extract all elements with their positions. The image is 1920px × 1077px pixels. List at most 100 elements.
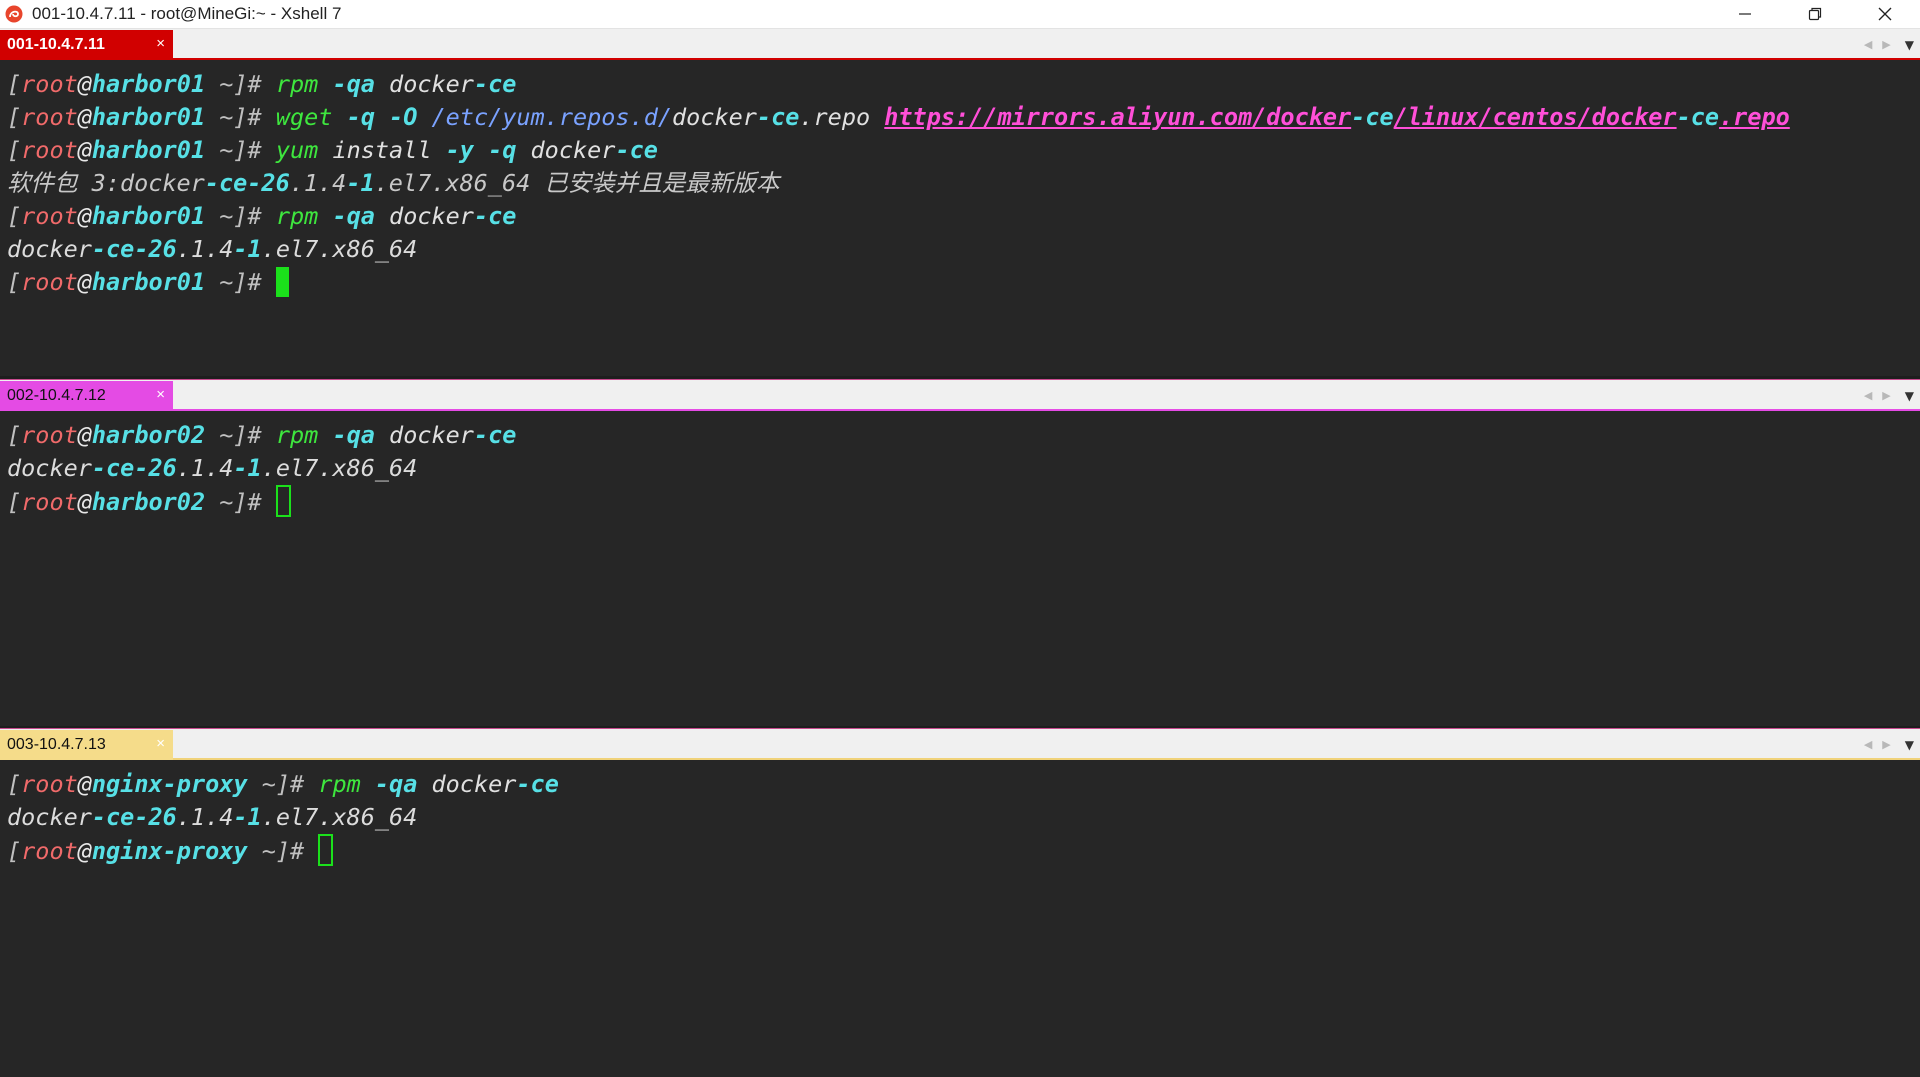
tab-label: 002-10.4.7.12	[7, 387, 106, 404]
terminal-text-segment: docker	[374, 421, 474, 449]
close-icon	[1878, 7, 1892, 21]
terminal-text-segment: .el7.x86_64	[261, 454, 418, 482]
tab-list-dropdown-icon[interactable]: ▼	[1905, 738, 1914, 752]
scroll-right-icon[interactable]: ▶	[1882, 389, 1890, 402]
tab-close-icon[interactable]: ×	[156, 35, 165, 53]
terminal-text-segment: .el7.x86_64	[261, 235, 418, 263]
terminal-text-segment[interactable]: https://mirrors.aliyun.com/docker	[884, 103, 1351, 131]
terminal-text-segment: docker	[374, 202, 474, 230]
terminal-text-segment: .el7.x86_64 已安装并且是最新版本	[374, 169, 780, 197]
terminal-text-segment: docker	[516, 136, 616, 164]
terminal-text-segment: ~	[247, 770, 276, 798]
minimize-button[interactable]	[1710, 0, 1780, 28]
terminal-line: docker-ce-26.1.4-1.el7.x86_64	[7, 233, 1920, 266]
tab-strip: 001-10.4.7.11 × ◀ ▶ ▼	[0, 29, 1920, 60]
terminal-cursor	[275, 485, 291, 517]
terminal-text-segment: harbor01	[91, 202, 206, 230]
restore-button[interactable]	[1780, 0, 1850, 28]
close-button[interactable]	[1850, 0, 1920, 28]
tab-session-1[interactable]: 001-10.4.7.11 ×	[0, 30, 173, 60]
session-pane-3[interactable]: 003-10.4.7.13 × ◀ ▶ ▼ [root@nginx-proxy …	[0, 728, 1920, 1077]
restore-icon	[1808, 7, 1822, 21]
tab-scroll-controls: ◀ ▶ ▼	[1864, 29, 1914, 60]
terminal-text-segment: root	[21, 136, 78, 164]
terminal-text-segment: ~	[205, 103, 234, 131]
terminal-text-segment: @	[77, 136, 92, 164]
terminal-text-segment: -ce	[1676, 103, 1720, 131]
terminal-text-segment: -q	[346, 103, 375, 131]
terminal-text-segment: harbor01	[91, 136, 206, 164]
terminal-line: [root@harbor01 ~]# wget -q -O /etc/yum.r…	[7, 101, 1920, 134]
terminal-text-segment: .repo	[799, 103, 885, 131]
terminal-text-segment: [	[7, 488, 22, 516]
session-pane-1[interactable]: 001-10.4.7.11 × ◀ ▶ ▼ [root@harbor01 ~]#…	[0, 29, 1920, 378]
terminal-text-segment: @	[77, 837, 92, 865]
terminal-text-segment: harbor01	[91, 103, 206, 131]
tab-session-3[interactable]: 003-10.4.7.13 ×	[0, 730, 173, 760]
terminal-text-segment[interactable]: .repo	[1719, 103, 1790, 131]
terminal-text-segment: root	[21, 202, 78, 230]
terminal-text-segment: -1	[346, 169, 375, 197]
terminal-text-segment[interactable]: /linux/centos/docker	[1394, 103, 1677, 131]
terminal-text-segment: docker	[672, 103, 757, 131]
terminal-text-segment: -ce	[756, 103, 800, 131]
scroll-left-icon[interactable]: ◀	[1864, 389, 1872, 402]
terminal-text-segment: ]#	[233, 70, 262, 98]
terminal-text-segment: @	[77, 488, 92, 516]
terminal-text-segment: .el7.x86_64	[261, 803, 418, 831]
tab-close-icon[interactable]: ×	[156, 386, 165, 404]
tab-close-icon[interactable]: ×	[156, 735, 165, 753]
terminal-text-segment: ]#	[233, 268, 262, 296]
terminal-text-segment: rpm	[318, 770, 361, 798]
terminal-text-segment: root	[21, 488, 78, 516]
terminal-text-segment: 软件包 3:docker	[7, 169, 205, 197]
scroll-left-icon[interactable]: ◀	[1864, 38, 1872, 51]
minimize-icon	[1739, 13, 1751, 15]
terminal-text-segment: [	[7, 103, 22, 131]
terminal-output[interactable]: [root@nginx-proxy ~]# rpm -qa docker-ce d…	[0, 760, 1920, 1077]
terminal-text-segment: ]#	[233, 202, 262, 230]
terminal-text-segment: [	[7, 70, 22, 98]
terminal-text-segment: @	[77, 268, 92, 296]
tab-scroll-controls: ◀ ▶ ▼	[1864, 729, 1914, 760]
terminal-text-segment: root	[21, 103, 78, 131]
tab-list-dropdown-icon[interactable]: ▼	[1905, 389, 1914, 403]
session-pane-2[interactable]: 002-10.4.7.12 × ◀ ▶ ▼ [root@harbor02 ~]#…	[0, 379, 1920, 727]
terminal-text-segment: -ce	[1351, 103, 1394, 131]
terminal-text-segment: -ce	[473, 421, 517, 449]
tab-session-2[interactable]: 002-10.4.7.12 ×	[0, 381, 173, 411]
terminal-text-segment: -y	[445, 136, 474, 164]
terminal-text-segment: docker	[417, 770, 517, 798]
terminal-output[interactable]: [root@harbor01 ~]# rpm -qa docker-ce [roo…	[0, 60, 1920, 376]
terminal-line: [root@harbor01 ~]# yum install -y -q doc…	[7, 134, 1920, 167]
terminal-text-segment: ~	[205, 70, 234, 98]
terminal-line: [root@harbor01 ~]# rpm -qa docker-ce	[7, 200, 1920, 233]
scroll-right-icon[interactable]: ▶	[1882, 38, 1890, 51]
tab-list-dropdown-icon[interactable]: ▼	[1905, 38, 1914, 52]
terminal-text-segment: ]#	[275, 837, 305, 865]
scroll-right-icon[interactable]: ▶	[1882, 738, 1890, 751]
terminal-text-segment: root	[21, 770, 78, 798]
terminal-text-segment: @	[77, 770, 92, 798]
terminal-text-segment: ]#	[233, 488, 262, 516]
terminal-text-segment: -O	[389, 103, 418, 131]
terminal-text-segment: root	[21, 421, 78, 449]
scroll-left-icon[interactable]: ◀	[1864, 738, 1872, 751]
window-title: 001-10.4.7.11 - root@MineGi:~ - Xshell 7	[32, 4, 342, 23]
terminal-text-segment: ~	[205, 268, 234, 296]
terminal-line: [root@harbor01 ~]# rpm -qa docker-ce	[7, 68, 1920, 101]
terminal-text-segment: ]#	[275, 770, 305, 798]
terminal-output[interactable]: [root@harbor02 ~]# rpm -qa docker-ce dock…	[0, 411, 1920, 726]
terminal-text-segment: [	[7, 202, 22, 230]
terminal-text-segment: [	[7, 136, 22, 164]
terminal-text-segment: -ce-26	[204, 169, 290, 197]
